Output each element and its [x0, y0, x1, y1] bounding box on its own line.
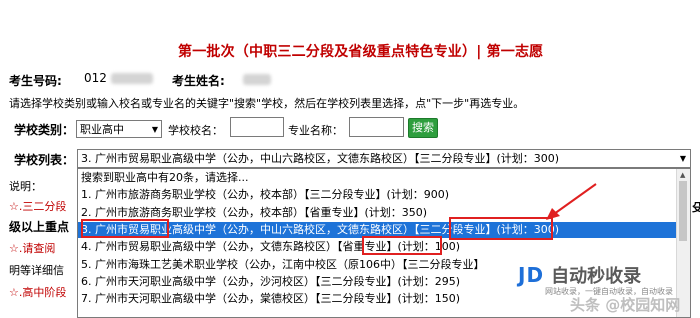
note-star-3: ☆.高中阶段 [9, 286, 67, 299]
list-item[interactable]: 5. 广州市海珠工艺美术职业学校（公办，江南中校区（原106中）【三二分段专业】 [81, 257, 485, 273]
major-name-input[interactable] [349, 117, 404, 137]
scroll-up-icon[interactable]: ▲ [680, 171, 685, 179]
major-name-label: 专业名称： [288, 124, 343, 137]
school-name-input[interactable] [230, 117, 284, 137]
list-item[interactable]: 1. 广州市旅游商务职业学校（公办，校本部）【三二分段专业】(计划：900) [81, 187, 449, 203]
watermark-toutiao: 头条 @校园知网 [570, 296, 681, 314]
redacted-number [110, 73, 153, 84]
chevron-down-icon: ▼ [151, 125, 158, 134]
annotation-box-school [81, 219, 169, 238]
note-star-2: ☆.请查阅 [9, 242, 56, 255]
candidate-number-label: 考生号码: [9, 74, 62, 88]
scrollbar-thumb[interactable] [679, 181, 687, 241]
candidate-number-value: 012 [84, 71, 153, 85]
list-item[interactable]: 搜索到职业高中有20条，请选择... [81, 170, 249, 186]
note-star-1: ☆.三二分段 [9, 200, 67, 213]
school-list-selected: 3. 广州市贸易职业高级中学（公办，中山六路校区，文德东路校区）【三二分段专业】… [81, 152, 560, 165]
page-title: 第一批次（中职三二分段及省级重点特色专业）| 第一志愿 [178, 44, 544, 60]
list-item[interactable]: 7. 广州市天河职业高级中学（公办，棠德校区）【三二分段专业】(计划：150) [81, 291, 460, 307]
redacted-name [243, 74, 271, 85]
school-type-select[interactable]: 职业高中 ▼ [76, 120, 162, 138]
chevron-down-icon: ▼ [679, 154, 686, 163]
note-heading: 级以上重点 [9, 220, 70, 234]
search-button[interactable]: 搜索 [408, 118, 438, 138]
note-line: 明等详细信 [9, 264, 64, 277]
school-list-select[interactable]: 3. 广州市贸易职业高级中学（公办，中山六路校区，文德东路校区）【三二分段专业】… [77, 149, 691, 168]
watermark: JD 自动秒收录 [518, 262, 641, 288]
instruction-text: 请选择学校类别或输入校名或专业名的关键字"搜索"学校，然后在学校列表里选择，点"… [9, 97, 525, 110]
school-type-label: 学校类别： [14, 123, 75, 137]
school-name-label: 学校校名： [168, 124, 223, 137]
list-item[interactable]: 6. 广州市天河职业高级中学（公办，沙河校区）【三二分段专业】(计划：295) [81, 274, 460, 290]
watermark-logo: JD [518, 263, 545, 287]
watermark-brand: 自动秒收录 [551, 266, 642, 287]
annotation-box-shengzhong [362, 236, 442, 255]
school-list-label: 学校列表： [14, 153, 75, 167]
school-type-value: 职业高中 [80, 123, 124, 136]
cut-text: 殳 [692, 201, 700, 214]
annotation-box-sanerfenduan [449, 217, 553, 240]
candidate-number-prefix: 012 [84, 71, 107, 85]
note-label: 说明： [9, 180, 42, 193]
annotation-arrow-icon [546, 183, 597, 220]
candidate-name-label: 考生姓名: [172, 74, 225, 88]
